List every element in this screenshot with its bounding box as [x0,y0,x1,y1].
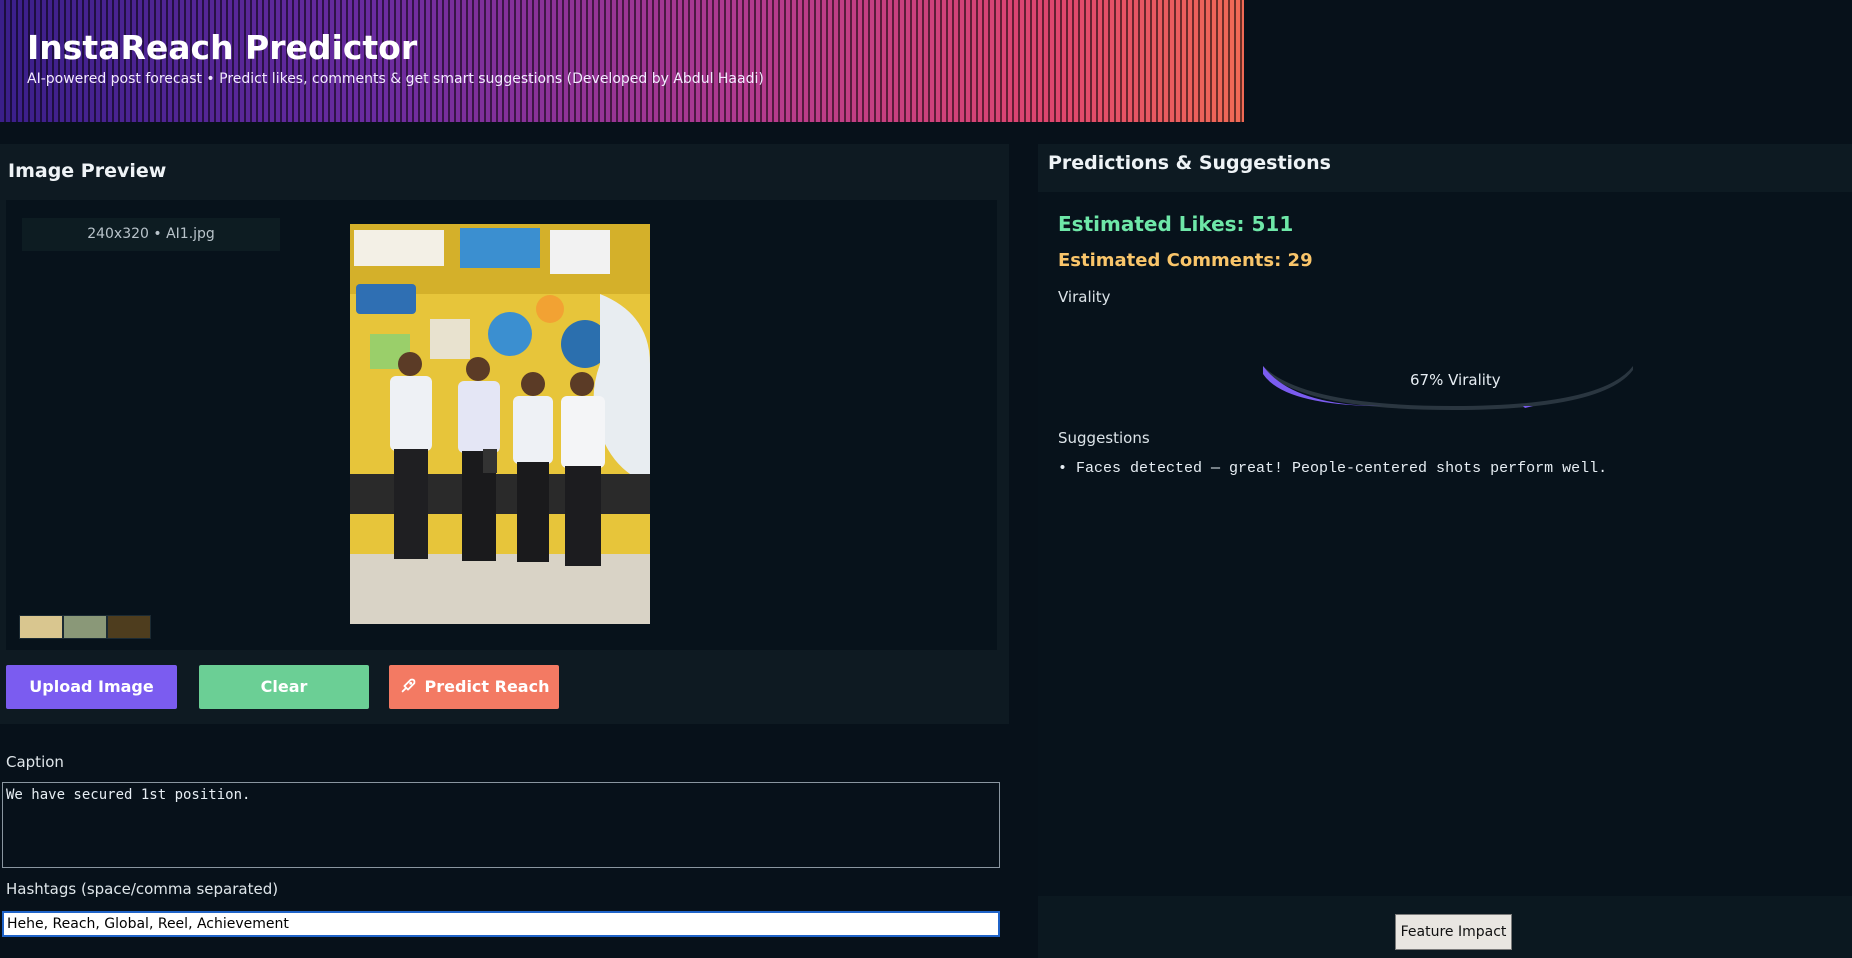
header-banner: InstaReach Predictor AI-powered post for… [0,0,1244,122]
hashtags-label: Hashtags (space/comma separated) [6,880,279,898]
predictions-title: Predictions & Suggestions [1048,152,1331,174]
app-subtitle: AI-powered post forecast • Predict likes… [27,71,764,87]
virality-value: 67% Virality [1410,371,1501,389]
gauge-fill [1263,366,1383,406]
caption-textarea[interactable]: We have secured 1st position. [2,782,1000,868]
app-window: InstaReach Predictor AI-powered post for… [0,0,1852,958]
color-swatch-2 [63,615,107,639]
hashtags-input[interactable] [2,911,1000,937]
suggestion-item: • Faces detected — great! People-centere… [1058,460,1608,477]
image-preview-panel: Image Preview 240x320 • AI1.jpg Upload I… [0,144,1009,724]
upload-image-button[interactable]: Upload Image [6,665,177,709]
preview-area: 240x320 • AI1.jpg [6,200,997,650]
virality-label: Virality [1058,288,1111,306]
color-swatch-3 [107,615,151,639]
image-meta-tag: 240x320 • AI1.jpg [22,218,280,251]
predict-reach-button[interactable]: Predict Reach [389,665,559,709]
app-title: InstaReach Predictor [27,28,418,67]
preview-title: Image Preview [8,160,167,182]
feature-impact-button[interactable]: Feature Impact [1395,914,1512,950]
predictions-panel: Predictions & Suggestions Estimated Like… [1038,144,1852,958]
rocket-icon [401,678,415,693]
clear-button[interactable]: Clear [199,665,369,709]
caption-label: Caption [6,753,64,771]
suggestions-label: Suggestions [1058,429,1150,447]
color-swatch-1 [19,615,63,639]
estimated-comments: Estimated Comments: 29 [1058,250,1313,271]
predictions-header: Predictions & Suggestions [1038,144,1852,192]
preview-photo [350,224,650,624]
estimated-likes: Estimated Likes: 511 [1058,212,1294,236]
gauge-fill-tail [1523,406,1533,408]
predict-reach-label: Predict Reach [424,677,550,696]
